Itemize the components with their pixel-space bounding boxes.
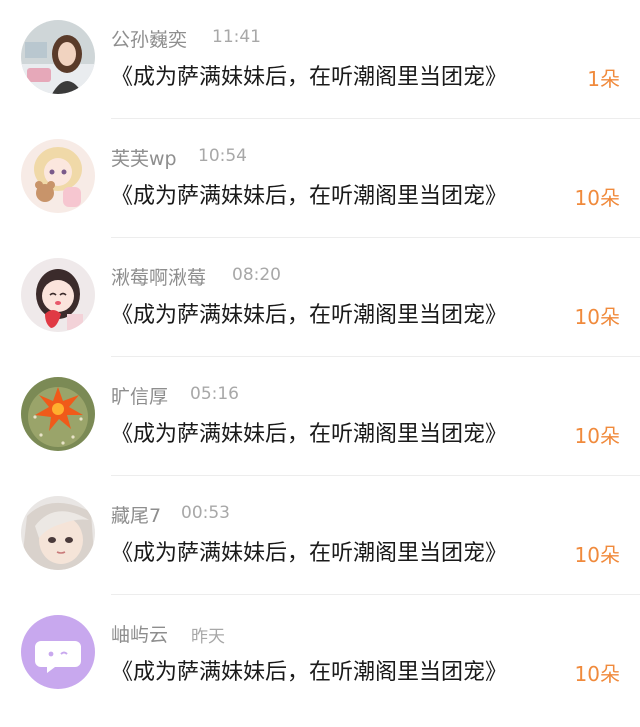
avatar[interactable] (21, 258, 95, 332)
avatar[interactable] (21, 377, 95, 451)
chat-bubble-icon (21, 615, 95, 689)
anime-face-icon (21, 496, 95, 570)
username[interactable]: 藏尾7 (111, 501, 161, 528)
photo-avatar-girl-icon (21, 20, 95, 94)
username[interactable]: 旷信厚 (111, 382, 168, 409)
timestamp: 05:16 (190, 384, 239, 404)
timestamp: 11:41 (212, 27, 261, 47)
book-title[interactable]: 《成为萨满妹妹后，在听潮阁里当团宠》 (111, 416, 507, 448)
timestamp: 08:20 (232, 265, 281, 285)
username[interactable]: 岫屿云 (111, 620, 168, 647)
list-item[interactable]: 岫屿云 昨天 《成为萨满妹妹后，在听潮阁里当团宠》 10朵 (0, 595, 640, 714)
book-title[interactable]: 《成为萨满妹妹后，在听潮阁里当团宠》 (111, 654, 507, 686)
timestamp: 00:53 (181, 503, 230, 523)
list-item[interactable]: 公孙巍奕 11:41 《成为萨满妹妹后，在听潮阁里当团宠》 1朵 (0, 0, 640, 119)
book-title[interactable]: 《成为萨满妹妹后，在听潮阁里当团宠》 (111, 535, 507, 567)
avatar[interactable] (21, 496, 95, 570)
flower-count: 10朵 (574, 662, 620, 686)
list-item[interactable]: 湫莓啊湫莓 08:20 《成为萨满妹妹后，在听潮阁里当团宠》 10朵 (0, 238, 640, 357)
book-title[interactable]: 《成为萨满妹妹后，在听潮阁里当团宠》 (111, 297, 507, 329)
avatar[interactable] (21, 20, 95, 94)
flower-count: 10朵 (574, 424, 620, 448)
cartoon-girl-strawberry-icon (21, 258, 95, 332)
anime-girl-teddy-bear-icon (21, 139, 95, 213)
list-item[interactable]: 芙芙wp 10:54 《成为萨满妹妹后，在听潮阁里当团宠》 10朵 (0, 119, 640, 238)
timestamp: 10:54 (198, 146, 247, 166)
flower-count: 10朵 (574, 305, 620, 329)
book-title[interactable]: 《成为萨满妹妹后，在听潮阁里当团宠》 (111, 59, 507, 91)
list-item[interactable]: 旷信厚 05:16 《成为萨满妹妹后，在听潮阁里当团宠》 10朵 (0, 357, 640, 476)
username[interactable]: 公孙巍奕 (111, 25, 187, 52)
username[interactable]: 芙芙wp (111, 144, 177, 171)
username[interactable]: 湫莓啊湫莓 (111, 263, 206, 290)
avatar[interactable] (21, 139, 95, 213)
flower-count: 10朵 (574, 543, 620, 567)
list-item[interactable]: 藏尾7 00:53 《成为萨满妹妹后，在听潮阁里当团宠》 10朵 (0, 476, 640, 595)
flower-count: 10朵 (574, 186, 620, 210)
cactus-flower-icon (21, 377, 95, 451)
flower-count: 1朵 (587, 67, 620, 91)
book-title[interactable]: 《成为萨满妹妹后，在听潮阁里当团宠》 (111, 178, 507, 210)
avatar[interactable] (21, 615, 95, 689)
timestamp: 昨天 (191, 627, 225, 647)
gift-record-list: 公孙巍奕 11:41 《成为萨满妹妹后，在听潮阁里当团宠》 1朵 芙芙wp 10… (0, 0, 640, 727)
